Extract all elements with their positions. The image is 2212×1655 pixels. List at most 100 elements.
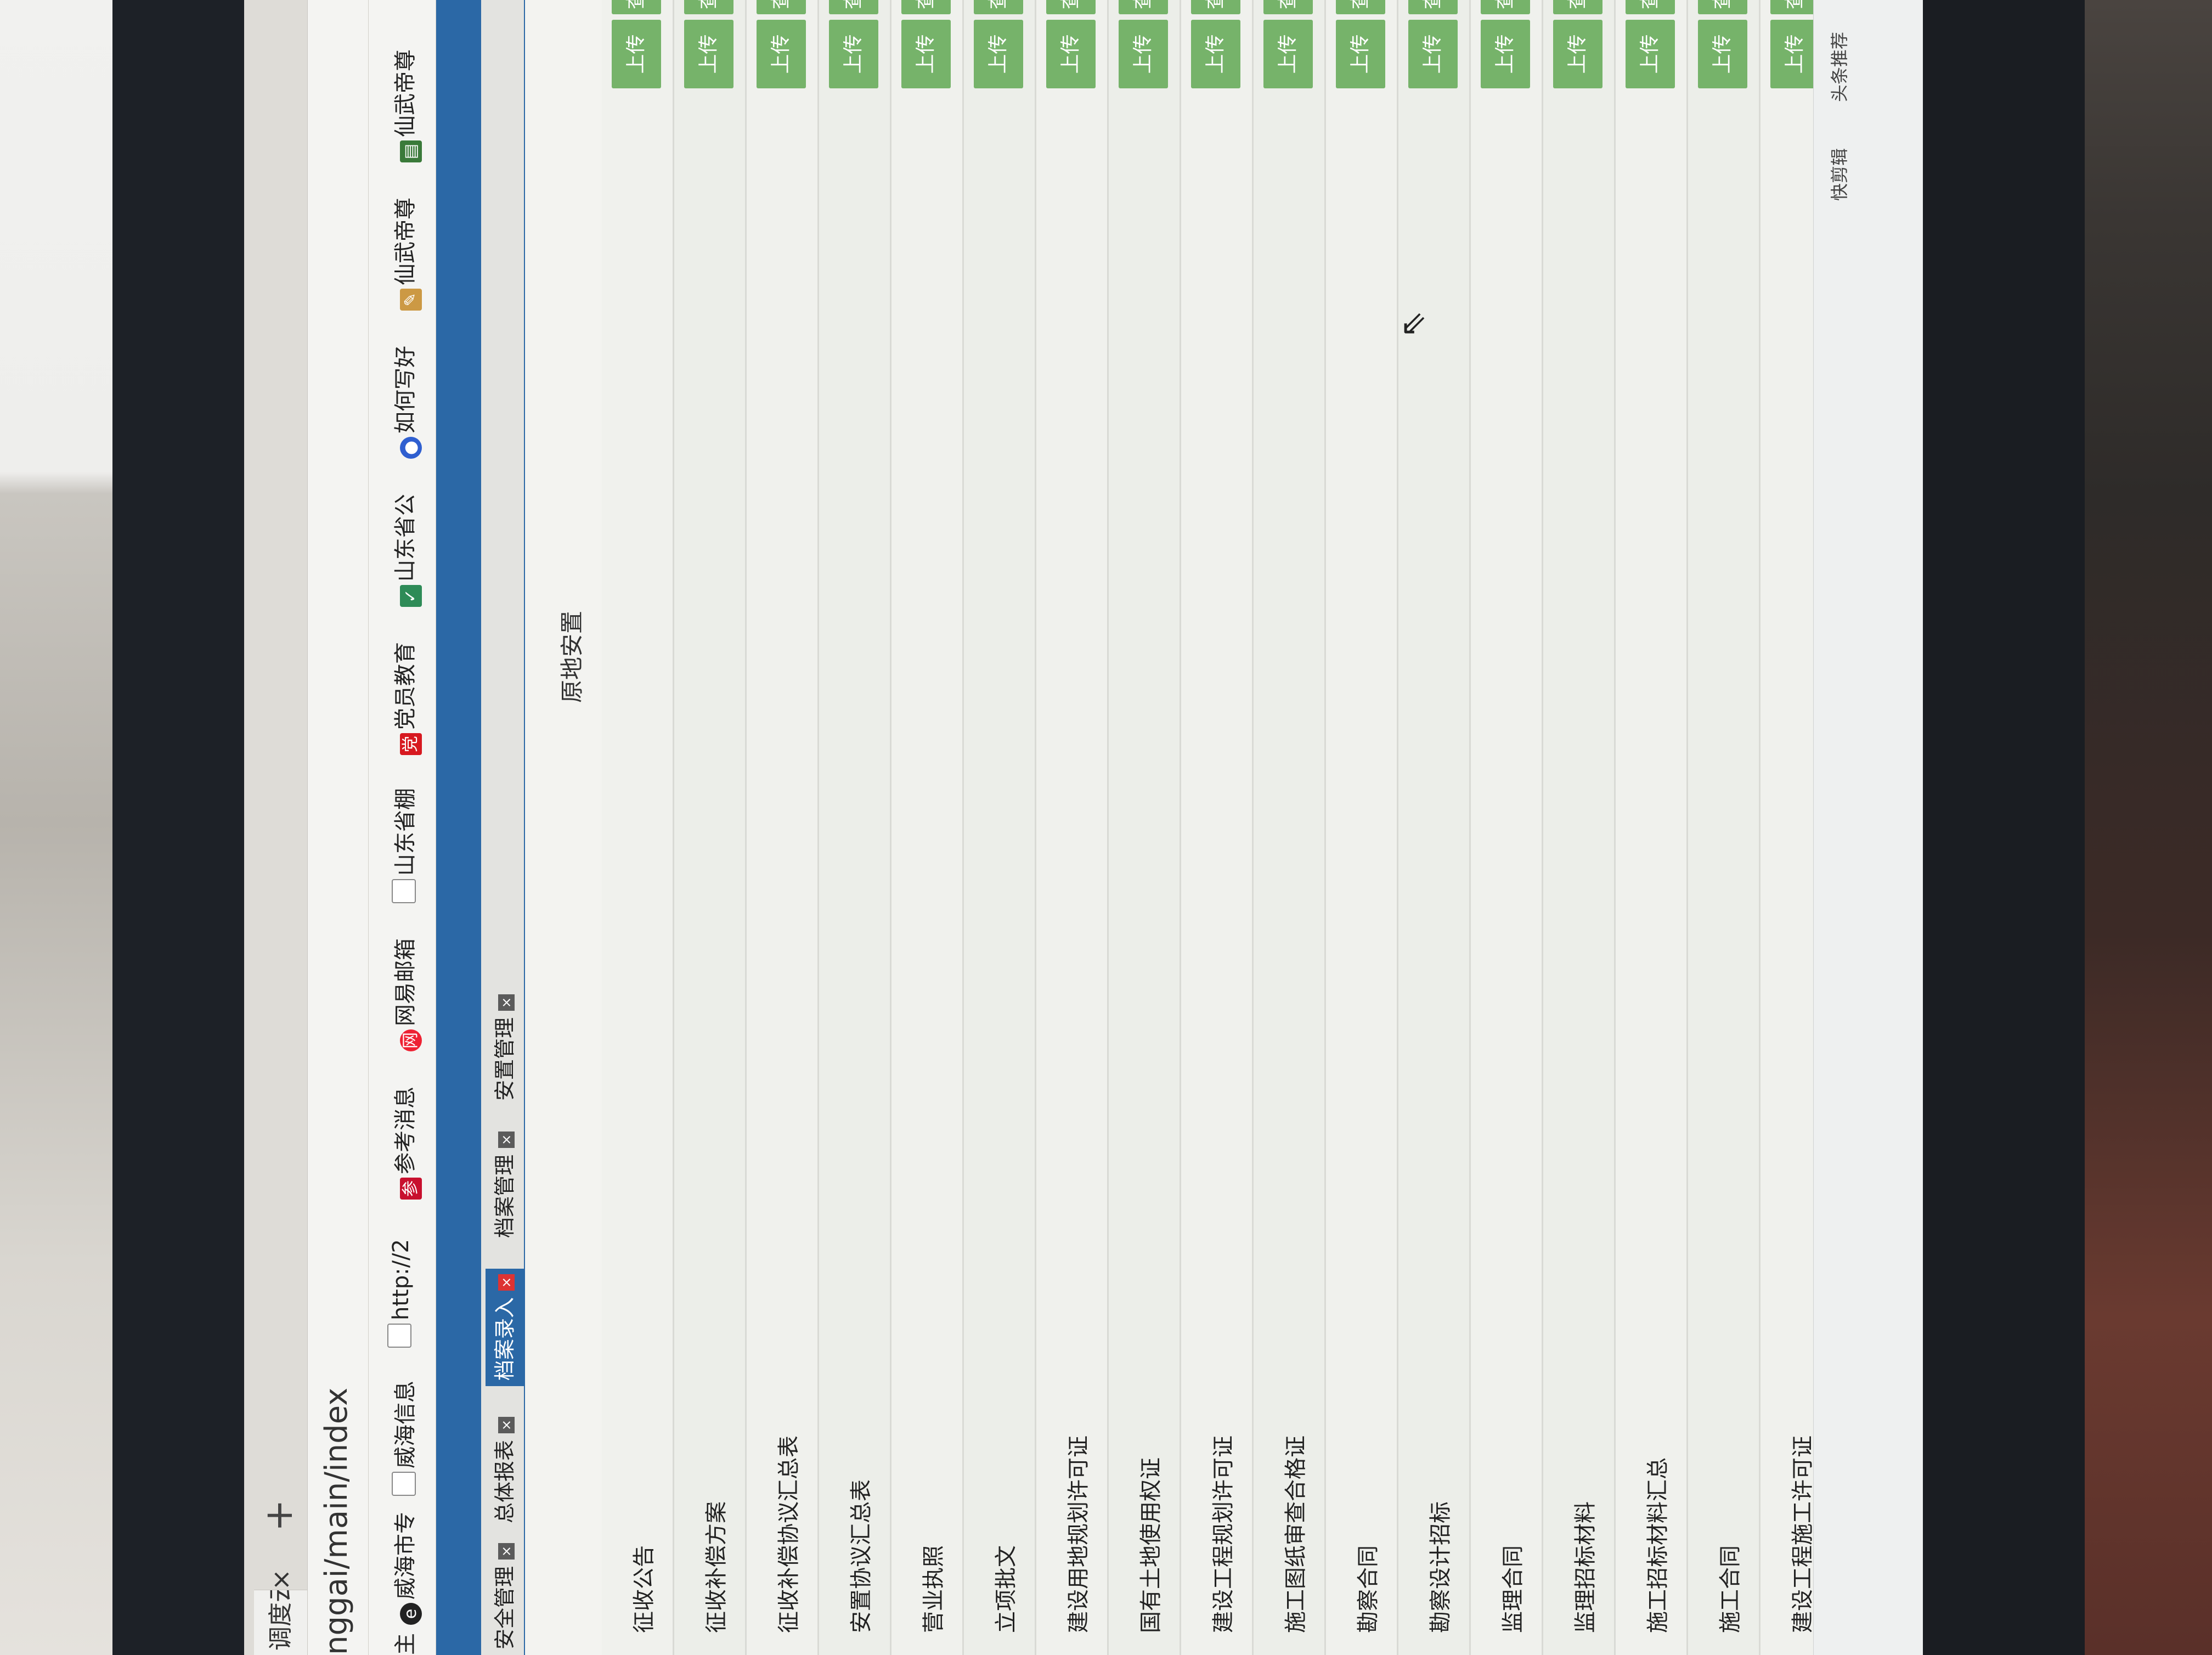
document-type-label: 监理招标材料 [1573,1501,1598,1633]
view-button[interactable]: 查看 [684,0,733,14]
view-button[interactable]: 查看 [1698,0,1747,14]
table-row: 安置协议汇总表 上传 查看 [819,0,891,1655]
bookmark-item[interactable]: ▤ 仙武帝尊 [387,49,422,162]
view-button[interactable]: 查看 [1191,0,1240,14]
bookmark-label: 参考消息 [393,1087,418,1174]
document-type-label: 安置协议汇总表 [849,1479,874,1633]
page-icon [392,1472,416,1496]
close-icon[interactable]: × [498,994,515,1011]
view-button[interactable]: 查看 [1553,0,1602,14]
baidu-paw-icon: ● [400,437,422,459]
bookmark-item[interactable]: ✎ 仙武帝尊 [387,198,422,311]
upload-button[interactable]: 上传 [1626,20,1675,88]
tab-archive-entry[interactable]: 档案录入 × [486,1268,524,1386]
table-row: 征收补偿方案 上传 查看 [674,0,747,1655]
tab-safety-management[interactable]: 安全管理 × [486,1538,524,1655]
bookmark-label: 主 [393,1633,418,1655]
bookmark-item[interactable]: 主 [387,1633,419,1655]
view-button[interactable]: 查看 [829,0,878,14]
document-type-label: 国有土地使用权证 [1138,1457,1164,1633]
upload-button[interactable]: 上传 [684,20,733,88]
bookmark-item[interactable]: 威海信息 [387,1381,419,1496]
view-button[interactable]: 查看 [974,0,1023,14]
bookmark-item[interactable]: 党 党员教育 [387,642,422,755]
section-title: 原地安置 [558,610,585,703]
close-icon[interactable]: × [498,1274,515,1291]
view-button[interactable]: 查看 [901,0,951,14]
upload-button[interactable]: 上传 [612,20,661,88]
tab-archive-management[interactable]: 档案管理 × [486,1126,524,1243]
upload-button[interactable]: 上传 [1336,20,1385,88]
upload-button[interactable]: 上传 [757,20,806,88]
browser-tab[interactable]: 调度云平 [254,1590,307,1655]
check-icon: ✓ [400,585,422,607]
view-button[interactable]: 查看 [1046,0,1096,14]
upload-button[interactable]: 上传 [1191,20,1240,88]
view-button[interactable]: 查看 [1408,0,1458,14]
bookmark-item[interactable]: 网 网易邮箱 [387,938,422,1051]
document-type-label: 监理合同 [1500,1545,1526,1633]
table-row: 监理招标材料 上传 查看 [1543,0,1616,1655]
close-icon[interactable]: × [498,1543,515,1560]
status-item-clip[interactable]: 快剪辑 [1826,148,1851,201]
document-type-label: 征收补偿方案 [704,1501,729,1633]
bookmark-label: 山东省棚 [393,788,418,876]
view-button[interactable]: 查看 [1119,0,1168,14]
bookmark-label: 山东省公 [393,494,418,582]
view-button[interactable]: 查看 [1481,0,1530,14]
tab-resettlement-management[interactable]: 安置管理 × [486,989,524,1106]
upload-button[interactable]: 上传 [974,20,1023,88]
bookmarks-bar: 主 e 威海市专 威海信息 http://2 参 参考消息 网 网易邮箱 山东省棚 党… [369,0,436,1655]
view-button[interactable]: 查看 [1263,0,1313,14]
tab-label: 总体报表 [493,1439,517,1523]
upload-button[interactable]: 上传 [829,20,878,88]
tab-label: 安全管理 [493,1566,517,1650]
tab-label: 安置管理 [493,1017,517,1101]
close-icon[interactable]: × [498,1416,515,1433]
upload-button[interactable]: 上传 [1698,20,1747,88]
page-icon [387,1324,411,1348]
table-row: 施工招标材料汇总 上传 查看 [1616,0,1688,1655]
table-row: 勘察合同 上传 查看 [1326,0,1398,1655]
book-icon: ▤ [400,140,422,162]
upload-button[interactable]: 上传 [1119,20,1168,88]
status-item-news[interactable]: 头条推荐 [1826,32,1851,102]
upload-button[interactable]: 上传 [1408,20,1458,88]
new-tab-icon[interactable]: + [256,1499,301,1532]
netease-icon: 网 [400,1029,422,1051]
document-type-label: 勘察设计招标 [1428,1501,1453,1633]
bookmark-item[interactable]: http://2 [387,1239,414,1348]
document-type-label: 建设用地规划许可证 [1066,1436,1091,1633]
document-type-label: 营业执照 [921,1545,946,1633]
bookmark-item[interactable]: e 威海市专 [387,1512,422,1625]
document-type-label: 勘察合同 [1356,1545,1381,1633]
view-button[interactable]: 查看 [1336,0,1385,14]
view-button[interactable]: 查看 [612,0,661,14]
close-icon[interactable]: × [498,1131,515,1148]
upload-button[interactable]: 上传 [1553,20,1602,88]
party-icon: 党 [400,733,422,755]
cankao-icon: 参 [400,1178,422,1200]
bookmark-item[interactable]: 参 参考消息 [387,1087,422,1200]
browser-tabstrip: 调度云平 × + [244,0,308,1655]
bookmark-item[interactable]: 山东省棚 [387,788,419,903]
view-button[interactable]: 查看 [1626,0,1675,14]
view-button[interactable]: 查看 [757,0,806,14]
bookmark-item[interactable]: ● 如何写好 [387,346,422,459]
view-button[interactable]: 查看 [1770,0,1820,14]
close-tab-icon[interactable]: × [266,1569,296,1590]
upload-button[interactable]: 上传 [1046,20,1096,88]
monitor-bezel-bottom [1923,0,2087,1655]
bookmark-item[interactable]: ✓ 山东省公 [387,494,422,607]
browser-screen: 调度云平 × + nggai/main/index 主 e 威海市专 威海信息 h… [244,0,1923,1655]
upload-button[interactable]: 上传 [1481,20,1530,88]
upload-button[interactable]: 上传 [1770,20,1820,88]
status-bar: 快剪辑 头条推荐 [1813,0,1923,1655]
upload-button[interactable]: 上传 [901,20,951,88]
upload-button[interactable]: 上传 [1263,20,1313,88]
pen-icon: ✎ [400,289,422,311]
mouse-cursor-icon: ⇖ [1393,310,1432,338]
tab-overall-report[interactable]: 总体报表 × [486,1411,524,1529]
section-header: 原地安置 [525,0,602,1655]
address-bar[interactable]: nggai/main/index [308,0,369,1655]
